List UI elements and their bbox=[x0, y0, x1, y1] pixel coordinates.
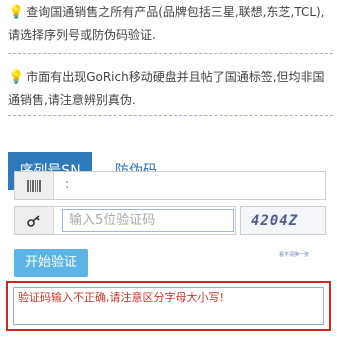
divider bbox=[8, 53, 333, 54]
lightbulb-icon: 💡 bbox=[8, 5, 25, 20]
divider bbox=[8, 115, 333, 116]
barcode-icon bbox=[15, 172, 54, 199]
captcha-image[interactable]: 4204Z bbox=[240, 206, 326, 235]
notice-query-products: 💡 查询国通销售之所有产品(品牌包括三星,联想,东芝,TCL),请选择序列号或防伪… bbox=[8, 1, 333, 46]
result-message: 验证码输入不正确,请注意区分字母大小写! bbox=[13, 287, 324, 325]
notice-counterfeit-warning: 💡 市面有出现GoRich移动硬盘并且帖了国通标签,但均非国通销售,请注意辨别真伪… bbox=[8, 66, 333, 111]
captcha-text: 4204Z bbox=[251, 213, 299, 229]
notice-text: 查询国通销售之所有产品(品牌包括三星,联想,东芝,TCL),请选择序列号或防伪码… bbox=[8, 5, 325, 42]
result-panel: 验证码输入不正确,请注意区分字母大小写! bbox=[6, 281, 331, 331]
verification-code-field: 输入5位验证码 bbox=[14, 206, 236, 235]
key-icon bbox=[15, 207, 54, 234]
lightbulb-icon: 💡 bbox=[8, 70, 25, 85]
serial-number-field[interactable]: : bbox=[14, 171, 326, 200]
verification-code-input[interactable]: 输入5位验证码 bbox=[62, 209, 234, 232]
notice-text: 市面有出现GoRich移动硬盘并且帖了国通标签,但均非国通销售,请注意辨别真伪. bbox=[8, 70, 325, 107]
captcha-refresh-link[interactable]: 看不清换一张 bbox=[279, 251, 309, 258]
start-verify-button[interactable]: 开始验证 bbox=[14, 249, 88, 277]
sn-separator: : bbox=[65, 177, 70, 192]
